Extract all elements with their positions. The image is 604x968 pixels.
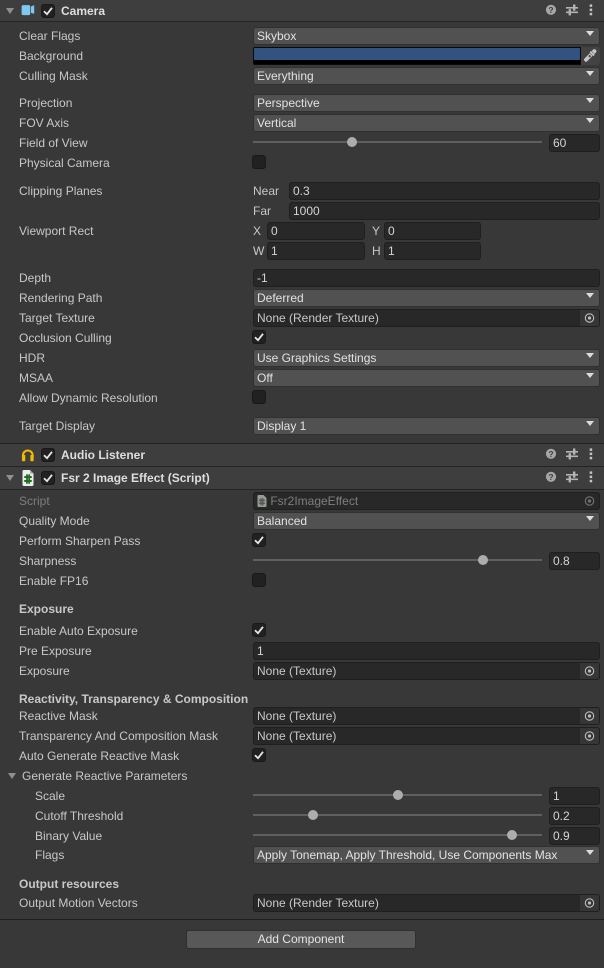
svg-text:?: ?	[548, 5, 553, 15]
svg-text:?: ?	[548, 472, 553, 482]
svg-text:?: ?	[548, 449, 553, 459]
